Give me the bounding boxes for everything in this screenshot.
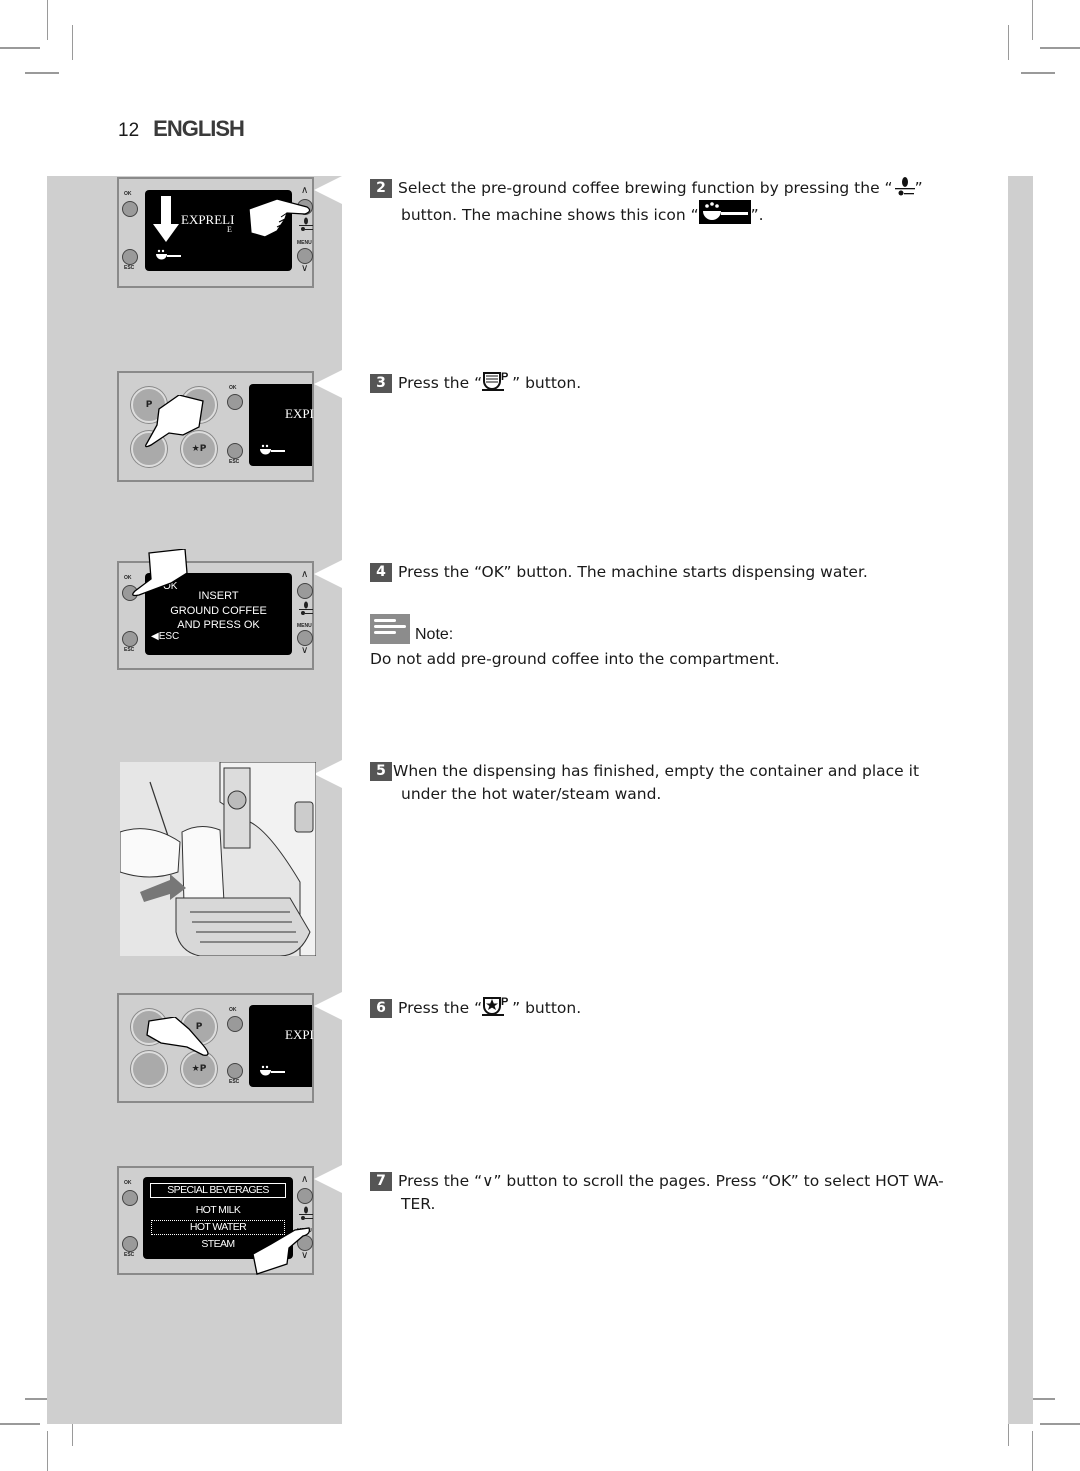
down-menu-button[interactable] <box>297 630 313 646</box>
long-coffee-cup-icon: P <box>482 371 508 391</box>
step-number-badge: 6 <box>370 999 392 1018</box>
down-label: ∨ <box>301 645 309 656</box>
step-4: 4 Press the “OK” button. The machine star… <box>370 561 868 584</box>
display-screen: EXPI <box>249 384 314 466</box>
brand-logo: EXPI <box>285 1027 314 1042</box>
ground-coffee-icon <box>260 444 285 455</box>
crop-mark <box>25 72 59 74</box>
note-text: Do not add pre-ground coffee into the co… <box>370 650 780 668</box>
crop-mark <box>1040 1423 1080 1425</box>
step-number-badge: 2 <box>370 179 392 198</box>
up-label: ∧ <box>301 569 309 580</box>
crop-mark <box>72 25 73 60</box>
pre-ground-button-icon <box>299 601 313 615</box>
ok-label: OK <box>124 191 132 197</box>
esc-label: ESC <box>124 1252 135 1258</box>
up-button[interactable] <box>297 1188 313 1204</box>
step-6: 6 Press the “P” button. <box>370 995 581 1020</box>
crop-mark <box>1040 47 1080 49</box>
esc-button[interactable] <box>227 443 243 459</box>
control-panel-step4: OK ESC OK INSERT GROUND COFFEE AND PRESS… <box>117 549 314 670</box>
note-label: Note: <box>415 626 454 643</box>
note-icon <box>370 614 410 644</box>
language-title: ENGLISH <box>153 116 245 141</box>
panel-pointer <box>314 760 342 788</box>
step-number-badge: 7 <box>370 1172 392 1191</box>
step-number-badge: 5 <box>370 762 392 781</box>
esc-button[interactable] <box>227 1063 243 1079</box>
down-label: ∨ <box>301 263 309 274</box>
page-header: 12 ENGLISH <box>118 116 245 142</box>
svg-text:P: P <box>501 371 508 383</box>
svg-text:P: P <box>501 996 508 1008</box>
crop-mark <box>1032 1431 1033 1471</box>
step-5: 5 When the dispensing has finished, empty… <box>370 760 919 806</box>
ok-button[interactable] <box>122 1190 138 1206</box>
pointing-hand-icon <box>132 549 188 597</box>
up-button[interactable] <box>297 583 313 599</box>
menu-title: SPECIAL BEVERAGES <box>150 1183 286 1198</box>
ok-label: OK <box>124 1180 132 1186</box>
esc-label: ESC <box>229 459 240 465</box>
ground-coffee-icon <box>156 249 181 260</box>
pointing-hand-icon <box>252 1227 311 1275</box>
esc-label: ESC <box>124 647 135 653</box>
step-3: 3 Press the “P” button. <box>370 370 581 395</box>
crop-mark <box>1032 0 1033 40</box>
control-panel-step6: P ★P OK ESC EXPI <box>117 993 314 1103</box>
esc-button[interactable] <box>122 249 138 265</box>
ground-coffee-icon <box>260 1065 285 1076</box>
pre-ground-coffee-icon <box>894 177 915 196</box>
panel-pointer <box>314 992 342 1020</box>
crop-mark <box>0 1423 40 1425</box>
control-panel-step2: OK ESC EXPRELI E ∧ MENU ∨ <box>117 177 314 288</box>
crop-mark <box>0 47 40 49</box>
machine-illustration <box>120 762 316 956</box>
ground-coffee-display-icon <box>698 200 751 224</box>
side-tab-strip <box>1008 176 1033 1424</box>
esc-label: ESC <box>124 265 135 271</box>
down-arrow-icon <box>153 196 179 242</box>
ok-label: OK <box>229 1007 237 1013</box>
esc-label: ESC <box>229 1079 240 1085</box>
step-7: 7 Press the “∨” button to scroll the page… <box>370 1170 944 1216</box>
special-beverages-icon: P <box>482 996 508 1016</box>
display-screen: EXPI <box>249 1005 314 1087</box>
panel-pointer <box>314 176 342 204</box>
menu-item-hot-milk[interactable]: HOT MILK <box>143 1203 293 1217</box>
crop-mark <box>47 0 48 40</box>
step-number-badge: 4 <box>370 563 392 582</box>
crop-mark <box>47 1431 48 1471</box>
crop-mark <box>1008 25 1009 60</box>
crop-mark <box>1021 72 1055 74</box>
page-number: 12 <box>118 120 140 141</box>
menu-label: MENU <box>297 623 312 629</box>
pointing-hand-icon <box>248 198 311 238</box>
brand-logo-sub: E <box>227 225 232 234</box>
esc-button[interactable] <box>122 631 138 647</box>
panel-pointer <box>314 1165 342 1193</box>
step-2: 2 Select the pre-ground coffee brewing fu… <box>370 177 923 227</box>
ok-label: OK <box>229 385 237 391</box>
screen-esc-hint: ◀ESC <box>151 631 180 642</box>
panel-pointer <box>314 560 342 588</box>
down-menu-button[interactable] <box>297 248 313 264</box>
control-panel-step7: OK ESC SPECIAL BEVERAGES HOT MILK HOT WA… <box>117 1166 314 1275</box>
ok-button[interactable] <box>227 394 243 410</box>
step-number-badge: 3 <box>370 374 392 393</box>
pointing-hand-icon <box>146 1017 209 1056</box>
pointing-hand-icon <box>145 395 204 448</box>
up-label: ∧ <box>301 1174 309 1185</box>
ok-button[interactable] <box>122 201 138 217</box>
brand-logo: EXPI <box>285 406 314 421</box>
panel-pointer <box>314 370 342 398</box>
milk-jug-under-wand-illustration <box>120 762 316 956</box>
pre-ground-button-icon <box>299 1206 313 1220</box>
esc-button[interactable] <box>122 1236 138 1252</box>
ok-button[interactable] <box>227 1016 243 1032</box>
control-panel-step3: P ★P OK ESC EXPI <box>117 371 314 482</box>
